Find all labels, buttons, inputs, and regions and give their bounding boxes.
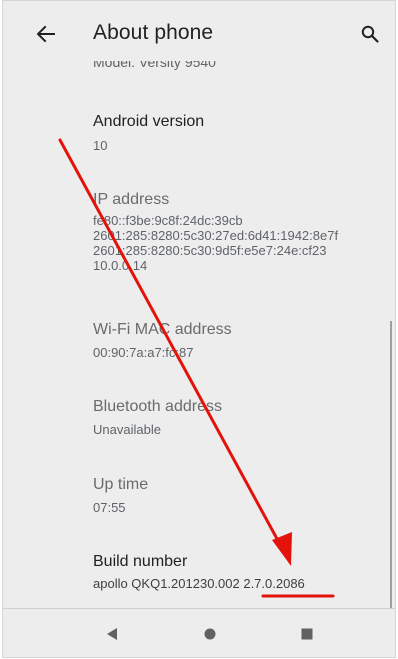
pref-title: IP address	[93, 191, 170, 208]
nav-recents-button[interactable]	[296, 623, 318, 645]
pref-up-time[interactable]: Up time 07:55	[3, 476, 395, 536]
pref-wifi-mac-address[interactable]: Wi-Fi MAC address 00:90:7a:a7:fc:87	[3, 321, 395, 381]
square-recents-icon	[301, 628, 313, 640]
nav-back-button[interactable]	[101, 623, 123, 645]
system-nav-bar	[3, 608, 395, 657]
pref-build-number[interactable]: Build number apollo QKQ1.201230.002 2.7.…	[3, 553, 395, 609]
pref-title: Android version	[93, 113, 205, 130]
pref-summary: apollo QKQ1.201230.002 2.7.0.2086	[93, 576, 305, 591]
pref-title: Bluetooth address	[93, 398, 222, 415]
pref-summary-line: 2601:285:8280:5c30:9d5f:e5e7:24e:cf23	[93, 243, 327, 258]
pref-summary: 07:55	[93, 500, 126, 515]
pref-summary-line: 10.0.0.14	[93, 258, 148, 273]
search-button[interactable]	[355, 19, 385, 49]
search-icon	[361, 25, 379, 43]
model-summary-text: Model: Versity 9540	[93, 61, 216, 70]
pref-summary-line: 2601:285:8280:5c30:27ed:6d41:1942:8e7f	[93, 228, 339, 243]
pref-android-version[interactable]: Android version 10	[3, 113, 395, 173]
pref-bluetooth-address[interactable]: Bluetooth address Unavailable	[3, 398, 395, 458]
pref-title: Build number	[93, 553, 188, 570]
pref-ip-address[interactable]: IP address fe80::f3be:9c8f:24dc:39cb 260…	[3, 191, 395, 301]
pref-summary-line: fe80::f3be:9c8f:24dc:39cb	[93, 213, 243, 228]
pref-title: Wi-Fi MAC address	[93, 321, 232, 338]
pref-summary: Unavailable	[93, 422, 161, 437]
scrollbar[interactable]	[390, 321, 392, 611]
pref-title: Up time	[93, 476, 149, 493]
model-summary-clipped: Model: Versity 9540	[93, 61, 216, 75]
page-title: About phone	[93, 21, 214, 44]
triangle-back-icon	[107, 628, 117, 640]
back-button[interactable]	[31, 19, 61, 49]
phone-screen: About phone Model: Versity 9540 Android …	[2, 0, 396, 658]
app-bar: About phone	[3, 1, 395, 63]
pref-summary: 10	[93, 138, 108, 153]
arrow-back-icon	[37, 25, 55, 43]
nav-home-button[interactable]	[199, 623, 221, 645]
pref-summary: 00:90:7a:a7:fc:87	[93, 345, 194, 360]
circle-home-icon	[204, 628, 216, 640]
